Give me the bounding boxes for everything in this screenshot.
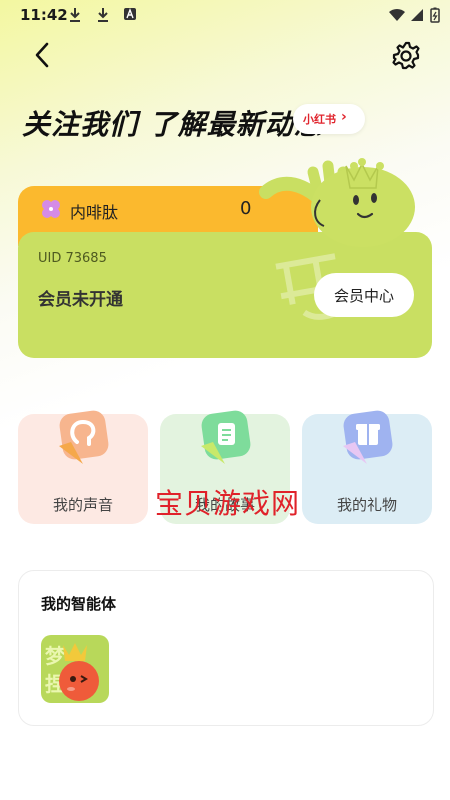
agent-avatar[interactable]: 梦 捏 <box>41 635 109 703</box>
status-time: 11:42 <box>20 6 68 24</box>
chevron-right-icon: › <box>341 109 347 125</box>
site-watermark: 宝贝游戏网 <box>155 487 301 520</box>
download-icon <box>68 7 82 23</box>
wifi-icon <box>388 8 406 24</box>
status-bar: 11:42 <box>0 0 450 30</box>
gear-icon <box>392 41 420 70</box>
svg-text:梦: 梦 <box>45 644 66 668</box>
feature-my-gifts[interactable]: 我的礼物 <box>302 410 432 524</box>
xiaohongshu-button[interactable]: 小红书 › <box>293 104 365 134</box>
membership-status: 会员未开通 <box>38 290 123 310</box>
settings-button[interactable] <box>390 40 422 72</box>
voice-icon <box>59 410 109 464</box>
agent-avatar-image: 梦 捏 <box>41 635 109 703</box>
my-agents-card: 我的智能体 梦 捏 <box>18 570 434 726</box>
signal-icon <box>410 8 424 24</box>
feature-label: 我的礼物 <box>336 496 397 514</box>
member-center-button[interactable]: 会员中心 <box>314 273 414 317</box>
xiaohongshu-label: 小红书 <box>303 113 336 126</box>
mascot-illustration <box>259 158 415 247</box>
feature-label: 我的声音 <box>52 496 113 514</box>
token-value: 0 <box>240 198 252 219</box>
token-name: 内啡肽 <box>70 203 119 222</box>
chevron-left-icon <box>35 42 49 68</box>
feature-my-voice[interactable]: 我的声音 <box>18 410 148 524</box>
download-icon <box>96 7 110 23</box>
banner-title: 关注我们 了解最新动态 <box>22 108 323 141</box>
back-button[interactable] <box>28 40 58 70</box>
battery-icon <box>430 7 440 23</box>
clover-icon <box>42 200 60 218</box>
document-icon <box>201 410 251 464</box>
gift-icon <box>343 410 393 464</box>
user-uid: UID 73685 <box>38 251 107 266</box>
a-icon <box>123 7 137 23</box>
agents-title: 我的智能体 <box>41 595 117 613</box>
